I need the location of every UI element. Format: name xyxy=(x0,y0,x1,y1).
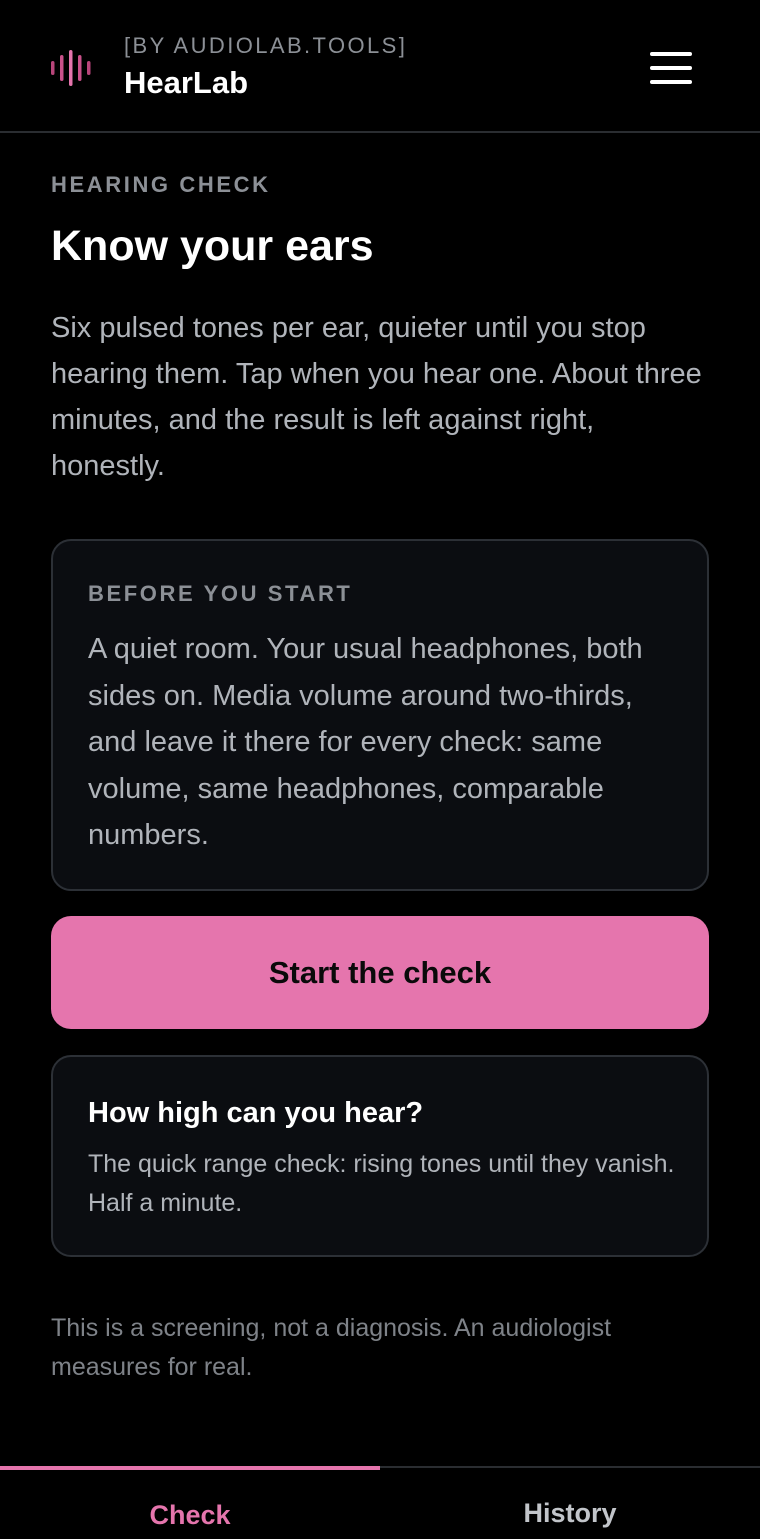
before-card-eyebrow: BEFORE YOU START xyxy=(88,581,353,606)
menu-line xyxy=(650,66,692,70)
tab-history[interactable]: History xyxy=(380,1468,760,1539)
app-name: HearLab xyxy=(124,65,249,100)
tab-check[interactable]: Check xyxy=(0,1466,380,1539)
range-card-title: How high can you hear? xyxy=(88,1097,424,1129)
before-card-body: A quiet room. Your usual headphones, bot… xyxy=(88,633,643,851)
menu-line xyxy=(650,52,692,56)
section-eyebrow: HEARING CHECK xyxy=(51,172,271,197)
start-check-button[interactable]: Start the check xyxy=(51,916,709,1029)
hearing-check-screen: [BY AUDIOLAB.TOOLS] HearLab HEARING CHEC… xyxy=(0,0,760,1539)
tab-history-label: History xyxy=(523,1498,617,1528)
brand-tagline: [BY AUDIOLAB.TOOLS] xyxy=(124,33,408,58)
before-you-start-card: BEFORE YOU START A quiet room. Your usua… xyxy=(51,539,709,891)
bottom-tab-bar: Check History xyxy=(0,1466,760,1539)
active-tab-indicator xyxy=(0,1466,380,1470)
app-header: [BY AUDIOLAB.TOOLS] HearLab xyxy=(0,0,760,133)
page-title: Know your ears xyxy=(51,222,374,270)
range-card-body: The quick range check: rising tones unti… xyxy=(88,1150,675,1217)
range-check-card[interactable]: How high can you hear? The quick range c… xyxy=(51,1055,709,1257)
hamburger-menu-icon[interactable] xyxy=(648,50,694,86)
menu-line xyxy=(650,80,692,84)
sound-wave-icon xyxy=(51,50,91,86)
disclaimer-text: This is a screening, not a diagnosis. An… xyxy=(51,1314,612,1381)
intro-text: Six pulsed tones per ear, quieter until … xyxy=(51,312,702,482)
tab-check-label: Check xyxy=(149,1500,231,1530)
